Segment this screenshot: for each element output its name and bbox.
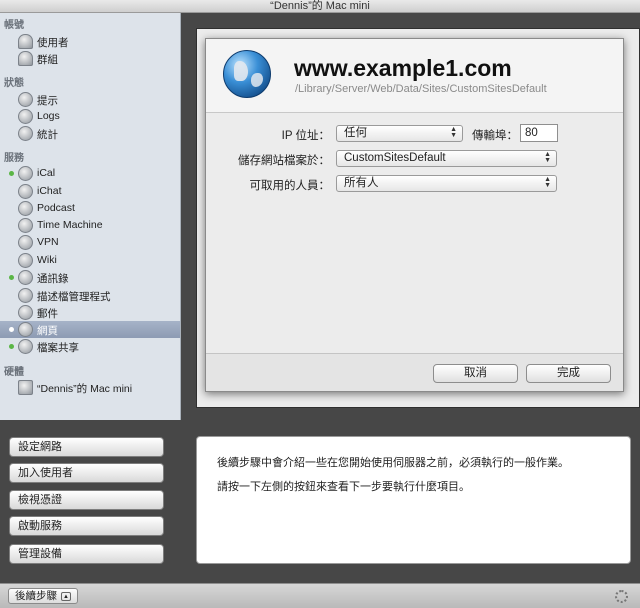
- sidebar-item-label: 提示: [37, 95, 58, 107]
- sidebar-section-title: 服務: [4, 153, 24, 164]
- ip-address-popup[interactable]: 任何 ▲ ▼: [336, 125, 463, 142]
- task-button[interactable]: 檢視憑證: [9, 490, 164, 510]
- sidebar-item-logs[interactable]: Logs: [0, 108, 180, 125]
- next-steps-label: 後續步驟: [15, 590, 57, 602]
- alert-icon: [18, 92, 33, 107]
- ip-address-value: 任何: [344, 127, 367, 139]
- stats-icon: [18, 126, 33, 141]
- sidebar-item-time-machine[interactable]: Time Machine: [0, 217, 180, 234]
- sidebar-item-address-book[interactable]: 通訊錄: [0, 269, 180, 286]
- sidebar-item-label: 網頁: [37, 325, 58, 337]
- sidebar-item-vpn[interactable]: VPN: [0, 234, 180, 251]
- site-path: /Library/Server/Web/Data/Sites/CustomSit…: [295, 83, 547, 95]
- time-machine-icon: [18, 218, 33, 233]
- sidebar-item-label: 統計: [37, 129, 58, 141]
- profile-manager-icon: [18, 288, 33, 303]
- bottom-bar: 後續步驟 ▲: [0, 583, 640, 608]
- sidebar-item-ichat[interactable]: iChat: [0, 183, 180, 200]
- store-files-popup[interactable]: CustomSitesDefault ▲ ▼: [336, 150, 557, 167]
- sidebar-item-web[interactable]: 網頁: [0, 321, 180, 338]
- mail-icon: [18, 305, 33, 320]
- sidebar-item-label: 通訊錄: [37, 273, 69, 285]
- sidebar-item-label: 檔案共享: [37, 342, 79, 354]
- store-files-value: CustomSitesDefault: [344, 152, 446, 164]
- port-field[interactable]: 80: [520, 124, 558, 142]
- task-button[interactable]: 設定網路: [9, 437, 164, 457]
- logs-icon: [18, 109, 33, 124]
- vpn-icon: [18, 235, 33, 250]
- sidebar-item-label: Wiki: [37, 254, 57, 266]
- sheet-footer: 取消 完成: [206, 353, 623, 391]
- window-title-bar: “Dennis”的 Mac mini: [0, 0, 640, 13]
- popup-arrows-icon: ▲ ▼: [450, 126, 457, 139]
- info-line-1: 後續步驟中會介紹一些在您開始使用伺服器之前，必須執行的一般作業。: [217, 457, 569, 469]
- running-status-dot: [9, 344, 14, 349]
- task-button[interactable]: 啟動服務: [9, 516, 164, 536]
- access-label: 可取用的人員：: [249, 180, 331, 192]
- ichat-icon: [18, 184, 33, 199]
- sidebar-item-label: iCal: [37, 167, 56, 179]
- port-label: 傳輸埠：: [472, 130, 518, 142]
- sidebar-item-ical[interactable]: iCal: [0, 165, 180, 182]
- sidebar-item-label: iChat: [37, 185, 62, 197]
- running-status-dot: [9, 327, 14, 332]
- sidebar-section-title: 狀態: [4, 78, 24, 89]
- sidebar-item-label: Podcast: [37, 202, 75, 214]
- sidebar-item-label: 郵件: [37, 308, 58, 320]
- mac-mini-icon: [18, 380, 33, 395]
- window-title: “Dennis”的 Mac mini: [270, 0, 370, 12]
- sidebar-item-mail[interactable]: 郵件: [0, 304, 180, 321]
- address-book-icon: [18, 270, 33, 285]
- task-button[interactable]: 加入使用者: [9, 463, 164, 483]
- sidebar-item-label: Logs: [37, 110, 60, 122]
- website-settings-sheet: www.example1.com /Library/Server/Web/Dat…: [205, 38, 624, 392]
- sidebar-item-label: 描述檔管理程式: [37, 291, 111, 303]
- sidebar-item-label: 群組: [37, 54, 58, 66]
- group-icon: [18, 51, 33, 66]
- sidebar-item-user[interactable]: 使用者: [0, 33, 180, 50]
- site-title: www.example1.com: [294, 55, 512, 81]
- web-icon: [18, 322, 33, 337]
- sidebar-item-stats[interactable]: 統計: [0, 125, 180, 142]
- disclosure-icon: ▲: [61, 591, 71, 601]
- sheet-header: www.example1.com /Library/Server/Web/Dat…: [206, 39, 623, 113]
- cancel-button[interactable]: 取消: [433, 364, 518, 383]
- sidebar-item-mac-mini[interactable]: “Dennis”的 Mac mini: [0, 379, 180, 396]
- activity-spinner-icon: [615, 590, 628, 603]
- popup-arrows-icon: ▲ ▼: [544, 151, 551, 164]
- next-steps-button[interactable]: 後續步驟 ▲: [8, 588, 78, 604]
- globe-icon: [223, 50, 271, 98]
- sidebar-section-title: 帳號: [4, 20, 24, 31]
- sidebar-item-label: “Dennis”的 Mac mini: [37, 383, 133, 395]
- access-popup[interactable]: 所有人 ▲ ▼: [336, 175, 557, 192]
- sidebar-item-label: Time Machine: [37, 219, 103, 231]
- popup-arrows-icon: ▲ ▼: [544, 176, 551, 189]
- podcast-icon: [18, 201, 33, 216]
- sidebar-item-file-sharing[interactable]: 檔案共享: [0, 338, 180, 355]
- file-sharing-icon: [18, 339, 33, 354]
- done-button[interactable]: 完成: [526, 364, 611, 383]
- sidebar-item-podcast[interactable]: Podcast: [0, 200, 180, 217]
- sidebar-item-group[interactable]: 群組: [0, 50, 180, 67]
- access-value: 所有人: [344, 177, 379, 189]
- sidebar-section-title: 硬體: [4, 367, 24, 378]
- sidebar-item-profile-manager[interactable]: 描述檔管理程式: [0, 287, 180, 304]
- sidebar-item-alert[interactable]: 提示: [0, 91, 180, 108]
- info-box: 後續步驟中會介紹一些在您開始使用伺服器之前，必須執行的一般作業。 請按一下左側的…: [196, 436, 631, 564]
- sidebar-item-wiki[interactable]: Wiki: [0, 252, 180, 269]
- store-files-label: 儲存網站檔案於：: [238, 155, 330, 167]
- sidebar-item-label: 使用者: [37, 37, 69, 49]
- running-status-dot: [9, 171, 14, 176]
- wiki-icon: [18, 253, 33, 268]
- running-status-dot: [9, 275, 14, 280]
- task-button[interactable]: 管理設備: [9, 544, 164, 564]
- ical-icon: [18, 166, 33, 181]
- info-line-2: 請按一下左側的按鈕來查看下一步要執行什麼項目。: [217, 481, 470, 493]
- ip-address-label: IP 位址：: [281, 130, 330, 142]
- user-icon: [18, 34, 33, 49]
- sidebar: 帳號使用者群組狀態提示 Logs 統計服務 iCal iChat Podcast Time …: [0, 13, 181, 420]
- sidebar-item-label: VPN: [37, 236, 59, 248]
